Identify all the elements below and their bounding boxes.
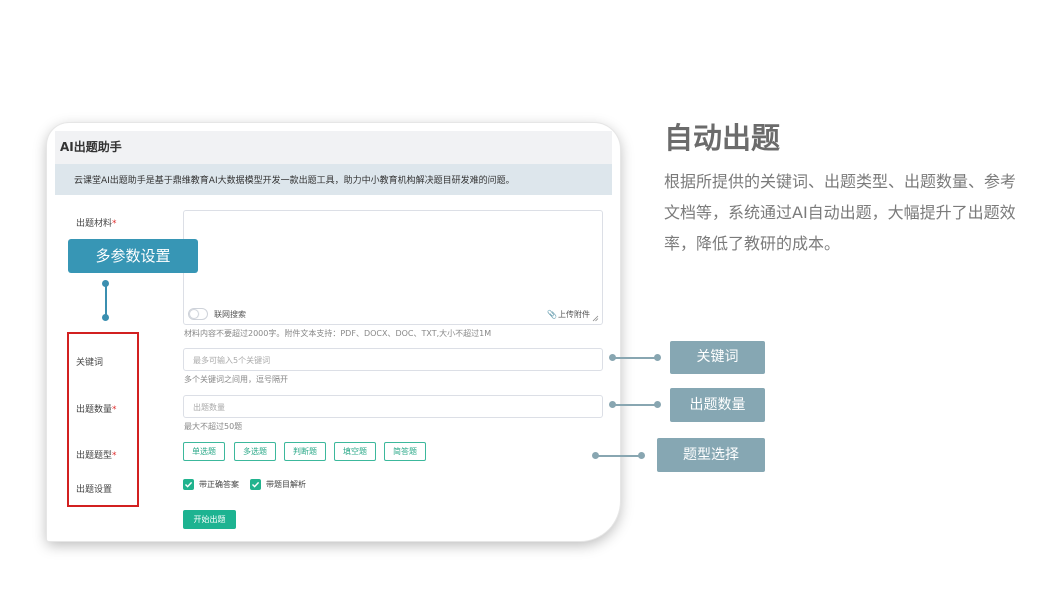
web-search-label: 联网搜索 xyxy=(214,310,246,319)
intro-banner: 云课堂AI出题助手是基于鼎维教育AI大数据模型开发一款出题工具，助力中小教育机构… xyxy=(55,164,612,195)
intro-text: 云课堂AI出题助手是基于鼎维教育AI大数据模型开发一款出题工具，助力中小教育机构… xyxy=(74,176,515,186)
keyword-input[interactable]: 最多可输入5个关键词 xyxy=(183,348,603,371)
connector-dot xyxy=(654,354,661,361)
app-header: AI出题助手 xyxy=(55,131,612,164)
feature-title: 自动出题 xyxy=(664,121,781,155)
type-tag: 题型选择 xyxy=(657,438,765,472)
connector-line xyxy=(105,283,107,317)
material-textarea[interactable]: 联网搜索 📎上传附件 xyxy=(183,210,603,325)
connector-dot xyxy=(102,280,109,287)
connector-line xyxy=(612,357,657,359)
with-analysis-label: 带题目解析 xyxy=(266,480,306,489)
connector-dot xyxy=(102,314,109,321)
type-multiple-choice[interactable]: 多选题 xyxy=(234,442,276,461)
toggle-knob xyxy=(190,310,198,318)
web-search-toggle[interactable] xyxy=(188,308,208,320)
connector-dot xyxy=(638,452,645,459)
connector-dot xyxy=(654,401,661,408)
type-single-choice[interactable]: 单选题 xyxy=(183,442,225,461)
connector-line xyxy=(612,404,657,406)
start-generate-button[interactable]: 开始出题 xyxy=(183,510,236,529)
checkmark-icon xyxy=(250,479,261,490)
resize-handle-icon[interactable] xyxy=(592,315,599,322)
upload-label: 上传附件 xyxy=(558,310,590,319)
keyword-tag: 关键词 xyxy=(670,341,765,374)
paperclip-icon: 📎 xyxy=(547,310,557,319)
count-input[interactable]: 出题数量 xyxy=(183,395,603,418)
upload-attachment-button[interactable]: 📎上传附件 xyxy=(547,309,590,320)
type-short-answer[interactable]: 简答题 xyxy=(384,442,426,461)
type-fill-blank[interactable]: 填空题 xyxy=(334,442,376,461)
checkmark-icon xyxy=(183,479,194,490)
app-title: AI出题助手 xyxy=(60,140,122,154)
keyword-hint: 多个关键词之间用，逗号隔开 xyxy=(184,375,288,384)
multi-param-tag: 多参数设置 xyxy=(68,239,198,273)
feature-description: 根据所提供的关键词、出题类型、出题数量、参考文档等，系统通过AI自动出题，大幅提… xyxy=(664,172,1017,253)
connector-line xyxy=(595,455,641,457)
type-true-false[interactable]: 判断题 xyxy=(284,442,326,461)
highlight-box xyxy=(67,332,139,507)
count-tag: 出题数量 xyxy=(670,388,765,422)
count-hint: 最大不超过50题 xyxy=(184,422,243,431)
material-hint: 材料内容不要超过2000字。附件文本支持：PDF、DOCX、DOC、TXT,大小… xyxy=(184,329,492,338)
material-label: 出题材料* xyxy=(76,219,117,229)
with-answer-label: 带正确答案 xyxy=(199,480,239,489)
